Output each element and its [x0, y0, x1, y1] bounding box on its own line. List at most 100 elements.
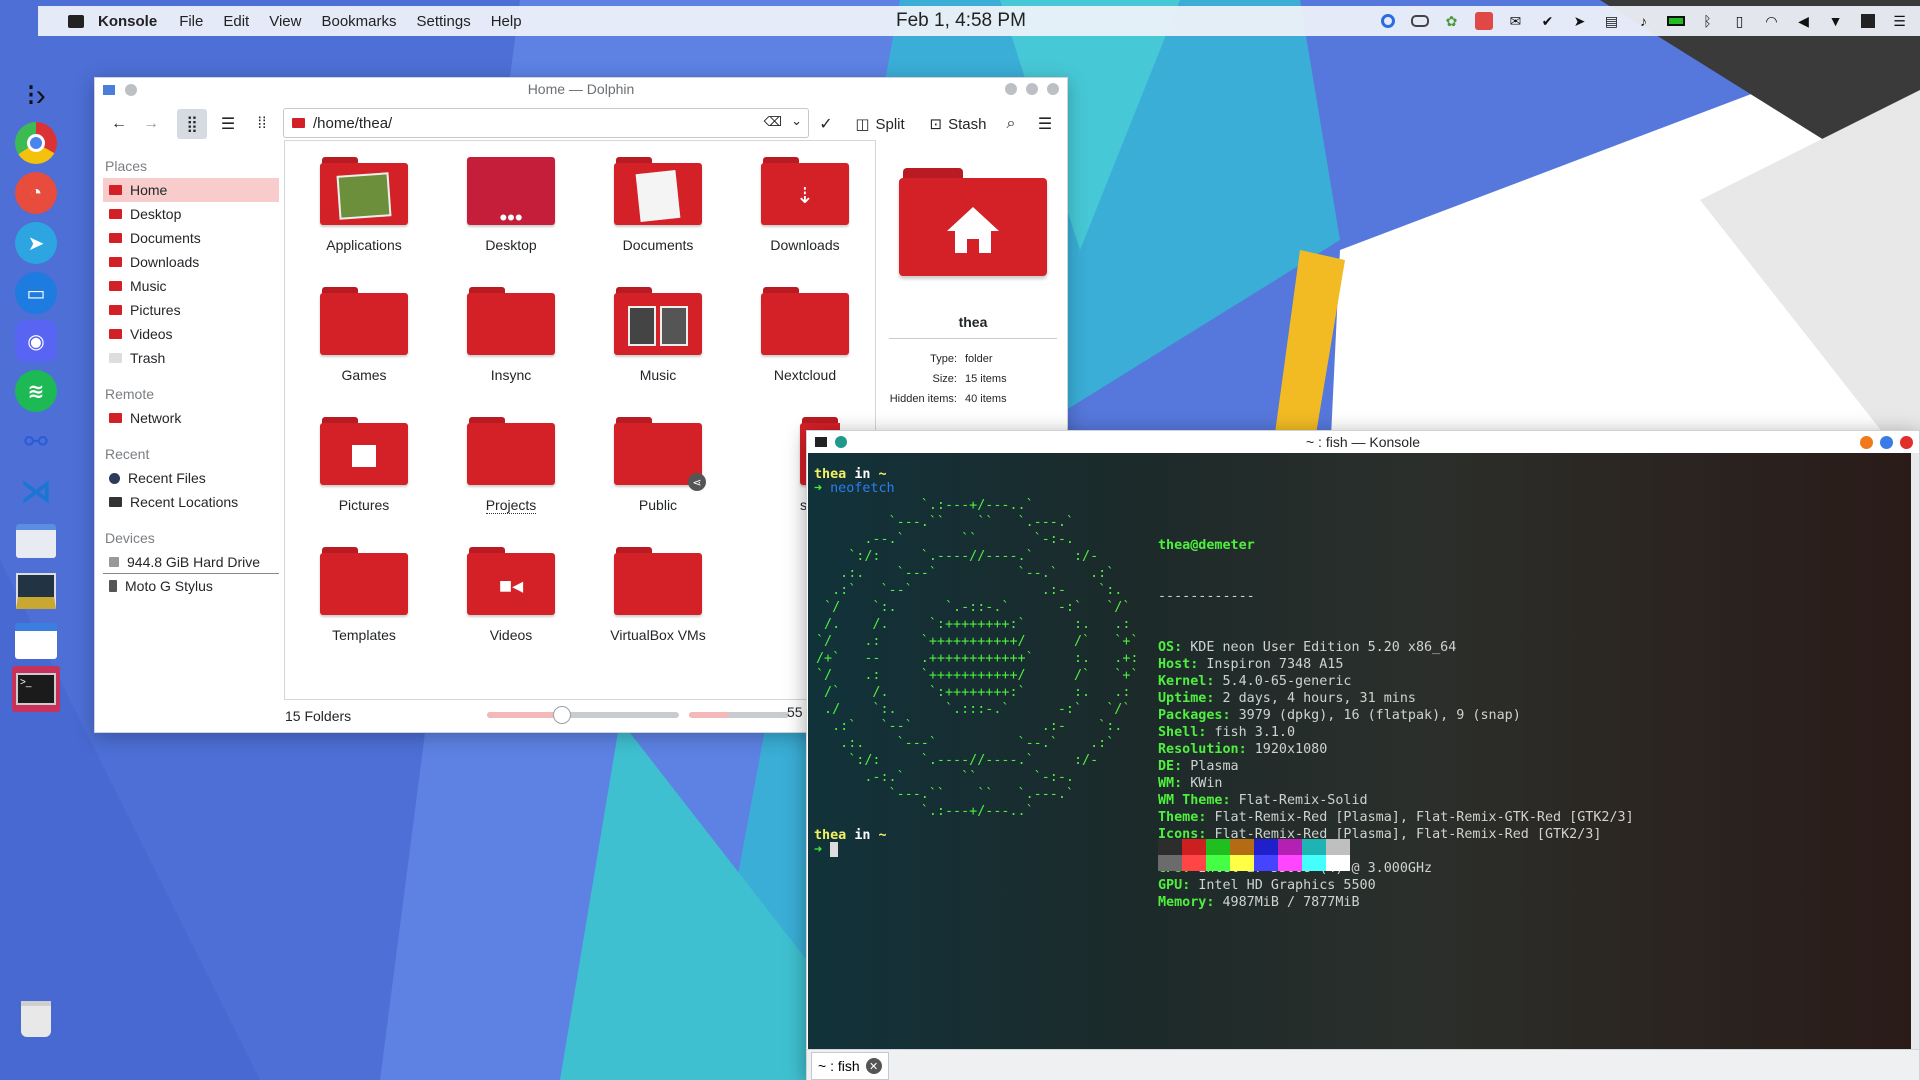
wifi-icon[interactable]: ◠: [1761, 11, 1782, 31]
sidebar-item-phone[interactable]: Moto G Stylus: [103, 574, 279, 598]
sidebar-item-desktop[interactable]: Desktop: [103, 202, 279, 226]
active-app-name[interactable]: Konsole: [98, 13, 157, 30]
details-view-icon[interactable]: ☰: [213, 109, 243, 139]
menu-help[interactable]: Help: [491, 13, 522, 30]
folder-documents[interactable]: Documents: [593, 141, 723, 261]
dolphin-titlebar[interactable]: Home — Dolphin: [95, 78, 1067, 100]
media-icon[interactable]: ♪: [1633, 11, 1654, 31]
clear-icon[interactable]: ⌫: [764, 114, 782, 130]
menu-edit[interactable]: Edit: [223, 13, 249, 30]
volume-icon[interactable]: ◀: [1793, 11, 1814, 31]
tab-fish[interactable]: ~ : fish ✕: [811, 1052, 889, 1080]
expand-tray-icon[interactable]: ▼: [1825, 11, 1846, 31]
folder-desktop[interactable]: ••• Desktop: [446, 141, 576, 261]
photos-tray-icon[interactable]: [1473, 11, 1494, 31]
cpu-icon[interactable]: [1857, 11, 1878, 31]
zoom-slider-handle[interactable]: [553, 706, 571, 724]
minimize-button[interactable]: [1005, 83, 1017, 95]
mail-icon[interactable]: ✉: [1505, 11, 1526, 31]
maximize-button[interactable]: [1026, 83, 1038, 95]
stash-button[interactable]: ⊡ Stash: [923, 109, 993, 139]
terminal-scrollbar[interactable]: [1911, 453, 1919, 1049]
sidebar-item-music[interactable]: Music: [103, 274, 279, 298]
sidebar-item-hard-drive[interactable]: 944.8 GiB Hard Drive: [103, 550, 279, 574]
file-view[interactable]: Applications ••• Desktop Documents ⇣ Downl…: [284, 140, 876, 700]
konsole-icon[interactable]: >_: [12, 666, 60, 712]
forward-arrow-icon[interactable]: →: [137, 109, 165, 139]
folder-pictures[interactable]: Pictures: [299, 401, 429, 521]
icons-view-icon[interactable]: ⣿: [177, 109, 207, 139]
checkmark-icon[interactable]: ✓: [815, 109, 837, 139]
close-button[interactable]: [1047, 83, 1059, 95]
check-circle-icon[interactable]: ✔: [1537, 11, 1558, 31]
kde-connect-icon[interactable]: ⁝›: [12, 72, 60, 118]
discord-tray-icon[interactable]: [1409, 11, 1430, 31]
spotify-icon[interactable]: ≋: [12, 368, 60, 414]
sidebar-item-documents[interactable]: Documents: [103, 226, 279, 250]
nextcloud-tray-icon[interactable]: ✿: [1441, 11, 1462, 31]
clock[interactable]: Feb 1, 4:58 PM: [896, 10, 1026, 32]
telegram-tray-icon[interactable]: ➤: [1569, 11, 1590, 31]
search-icon[interactable]: ⌕: [999, 109, 1023, 139]
sidebar-item-downloads[interactable]: Downloads: [103, 250, 279, 274]
bluetooth-icon[interactable]: ᛒ: [1697, 11, 1718, 31]
pin-icon[interactable]: [835, 436, 847, 448]
vscode-icon[interactable]: ⋊: [12, 468, 60, 514]
close-tab-icon[interactable]: ✕: [865, 1058, 882, 1074]
sidebar-item-pictures[interactable]: Pictures: [103, 298, 279, 322]
folder-public[interactable]: ⋖ Public: [593, 401, 723, 521]
clipboard-icon[interactable]: ▤: [1601, 11, 1622, 31]
chat-app-icon[interactable]: ▭: [12, 270, 60, 316]
menu-bookmarks[interactable]: Bookmarks: [321, 13, 396, 30]
hamburger-menu-icon[interactable]: ☰: [1889, 11, 1910, 31]
sidebar-item-network[interactable]: Network: [103, 406, 279, 430]
sidebar-item-videos[interactable]: Videos: [103, 322, 279, 346]
trash-icon[interactable]: [12, 996, 60, 1042]
sidebar-item-recent-files[interactable]: Recent Files: [103, 466, 279, 490]
folder-projects[interactable]: Projects: [446, 401, 576, 521]
folder-games[interactable]: Games: [299, 271, 429, 391]
pin-icon[interactable]: [125, 84, 137, 96]
konsole-window-icon[interactable]: [815, 437, 827, 447]
sidebar-item-home[interactable]: Home: [103, 178, 279, 202]
menu-file[interactable]: File: [179, 13, 203, 30]
mail-app-icon[interactable]: ◔: [12, 170, 60, 216]
location-path[interactable]: /home/thea/: [313, 115, 392, 132]
maximize-button[interactable]: [1880, 436, 1893, 449]
dolphin-icon[interactable]: [12, 618, 60, 664]
folder-insync[interactable]: Insync: [446, 271, 576, 391]
back-arrow-icon[interactable]: ←: [105, 109, 133, 139]
menu-settings[interactable]: Settings: [417, 13, 471, 30]
zoom-tray-icon[interactable]: [1377, 11, 1398, 31]
battery-icon[interactable]: [1665, 11, 1686, 31]
folder-music[interactable]: Music: [593, 271, 723, 391]
phone-icon[interactable]: ▯: [1729, 11, 1750, 31]
sidebar-item-trash[interactable]: Trash: [103, 346, 279, 370]
location-bar[interactable]: /home/thea/ ⌫ ⌄: [283, 108, 809, 138]
close-button[interactable]: [1900, 436, 1913, 449]
chrome-icon[interactable]: [12, 120, 60, 166]
minimize-button[interactable]: [1860, 436, 1873, 449]
konsole-titlebar[interactable]: ~ : fish — Konsole: [807, 431, 1919, 453]
input-line[interactable]: ➜: [814, 842, 839, 858]
compact-view-icon[interactable]: ⁞⁞: [247, 109, 277, 139]
hamburger-menu-icon[interactable]: ☰: [1033, 109, 1057, 139]
folder-virtualbox-vms[interactable]: VirtualBox VMs: [593, 531, 723, 651]
sidebar-item-recent-locations[interactable]: Recent Locations: [103, 490, 279, 514]
folder-nextcloud[interactable]: Nextcloud: [740, 271, 870, 391]
folder-applications[interactable]: Applications: [299, 141, 429, 261]
menu-view[interactable]: View: [269, 13, 301, 30]
folder-downloads[interactable]: ⇣ Downloads: [740, 141, 870, 261]
chevron-down-icon[interactable]: ⌄: [791, 113, 802, 129]
file-transfer-icon[interactable]: [12, 518, 60, 564]
kdenlive-icon[interactable]: ⚯: [12, 418, 60, 464]
discord-icon[interactable]: ◉: [12, 318, 60, 364]
dolphin-window-icon[interactable]: [103, 85, 115, 95]
split-button[interactable]: ◫ Split: [847, 109, 913, 139]
folder-templates[interactable]: Templates: [299, 531, 429, 651]
zoom-slider[interactable]: [487, 706, 679, 724]
terminal-area[interactable]: thea in ~ ➜ neofetch `.:---+/---..` `---…: [808, 453, 1912, 1049]
folder-videos[interactable]: ■◂ Videos: [446, 531, 576, 651]
telegram-icon[interactable]: ➤: [12, 220, 60, 266]
system-monitor-icon[interactable]: [12, 568, 60, 614]
